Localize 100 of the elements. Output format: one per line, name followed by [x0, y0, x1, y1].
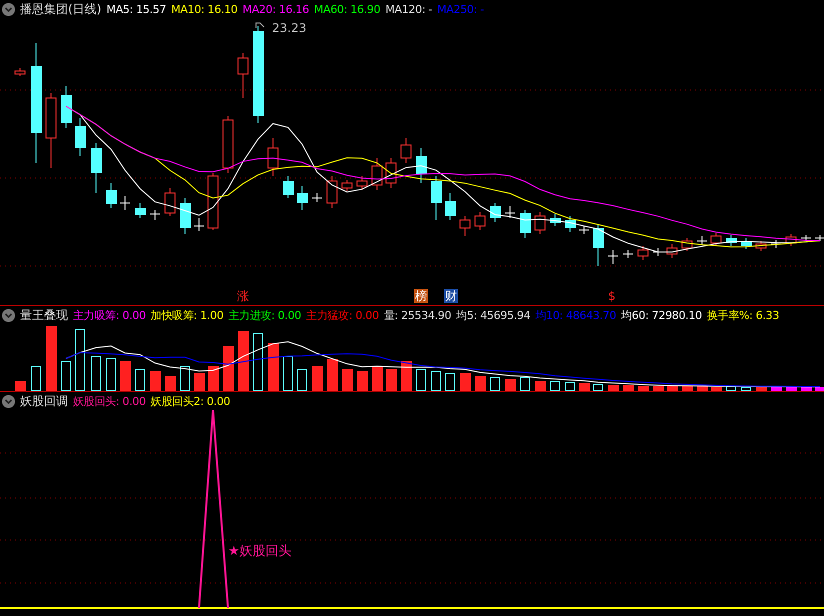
legend-value: 均5: 45695.94 — [456, 308, 530, 322]
candlestick — [608, 250, 618, 264]
candlestick — [756, 240, 766, 252]
legend-value: 主力吸筹: 0.00 — [73, 308, 146, 322]
volume-bar — [150, 371, 161, 391]
volume-bar — [490, 377, 500, 391]
volume-bar — [135, 369, 145, 391]
candlestick — [164, 188, 176, 216]
candlestick — [342, 180, 352, 192]
volume-bar — [638, 386, 649, 391]
volume-bar — [91, 356, 101, 391]
candlestick — [490, 202, 501, 222]
volume-bar — [372, 366, 383, 391]
volume-bar — [786, 387, 797, 391]
volume-bar — [815, 387, 824, 391]
volume-bar — [445, 373, 455, 391]
candlestick — [741, 238, 752, 250]
candlestick — [696, 236, 708, 246]
volume-bar — [535, 381, 546, 391]
volume-bar — [667, 386, 678, 391]
volume-bar — [520, 377, 530, 391]
volume-bar — [283, 356, 293, 391]
volume-bar — [401, 361, 412, 391]
volume-bar — [31, 366, 41, 391]
candlestick — [194, 218, 204, 232]
volume-bar — [312, 366, 323, 391]
legend-value: 妖股回头2: 0.00 — [150, 394, 230, 408]
volume-bar — [801, 387, 812, 391]
signal-marker: 涨 — [236, 289, 250, 303]
volume-bar — [726, 386, 736, 391]
candlestick — [312, 192, 322, 202]
candlestick — [800, 234, 812, 242]
legend-value: 妖股回头: 0.00 — [73, 394, 146, 408]
signal-annotation: ★妖股回头 — [228, 544, 292, 559]
volume-bar — [386, 369, 397, 391]
candlestick — [622, 250, 634, 258]
panel-title: 播恩集团(日线) — [20, 0, 102, 18]
panel-title: 妖股回调 — [20, 392, 68, 410]
candlestick — [445, 192, 456, 220]
volume-bar — [653, 386, 664, 391]
legend-value: 主力进攻: 0.00 — [228, 308, 302, 322]
signal-marker: 榜 — [414, 289, 428, 303]
dropdown-icon[interactable] — [2, 2, 15, 16]
candlestick — [474, 212, 486, 230]
legend-value: 主力猛攻: 0.00 — [306, 308, 379, 322]
candlestick — [400, 138, 412, 164]
volume-bar — [756, 387, 767, 391]
volume-bar — [297, 369, 307, 391]
legend-value: MA10: 16.10 — [171, 2, 238, 16]
volume-bar — [711, 387, 722, 391]
volume-bar — [697, 386, 708, 391]
candlestick — [416, 148, 427, 184]
candlestick — [120, 196, 130, 210]
candlestick — [238, 52, 248, 98]
dropdown-icon[interactable] — [2, 308, 15, 322]
legend-value: 量: 25534.90 — [384, 308, 452, 322]
volume-bar — [431, 371, 441, 391]
dropdown-icon[interactable] — [2, 394, 15, 408]
candlestick — [578, 226, 590, 234]
volume-bar — [505, 379, 516, 391]
candlestick — [61, 86, 72, 128]
volume-bar — [565, 382, 575, 391]
volume-bar — [608, 385, 619, 391]
candlestick — [180, 198, 191, 234]
signal-marker: 财 — [444, 289, 458, 303]
candlestick — [550, 214, 561, 226]
legend-value: MA60: 16.90 — [314, 2, 380, 16]
volume-bar — [342, 369, 353, 391]
candlestick — [814, 234, 824, 242]
flag-icon — [256, 22, 264, 28]
candlestick — [75, 118, 86, 156]
candlestick — [682, 238, 692, 252]
volume-bar — [550, 381, 560, 391]
volume-bar — [223, 346, 234, 391]
candlestick — [565, 216, 576, 232]
volume-bar — [120, 361, 131, 391]
candlestick — [297, 186, 308, 210]
volume-bar — [771, 386, 782, 391]
legend-value: MA120: - — [385, 2, 432, 16]
candlestick — [431, 176, 442, 220]
volume-bar — [268, 343, 279, 391]
candlestick — [91, 142, 102, 194]
volume-bar — [238, 331, 249, 391]
legend-value: 换手率%: 6.33 — [706, 308, 780, 322]
legend-value: 加快吸筹: 1.00 — [150, 308, 224, 322]
high-price-label: 23.23 — [272, 21, 306, 35]
candlestick — [710, 232, 722, 246]
candlestick — [222, 116, 234, 174]
candlestick — [106, 182, 117, 208]
panel-title: 量王叠现 — [20, 306, 68, 324]
volume-bar — [180, 366, 190, 391]
volume-bar — [579, 383, 590, 391]
candlestick — [135, 202, 146, 218]
candlestick — [356, 176, 368, 190]
volume-bar — [327, 359, 338, 391]
volume-bar — [593, 384, 603, 391]
candlestick — [386, 158, 396, 188]
candlestick — [666, 244, 678, 258]
volume-bar — [208, 366, 219, 391]
candlestick — [460, 216, 470, 236]
